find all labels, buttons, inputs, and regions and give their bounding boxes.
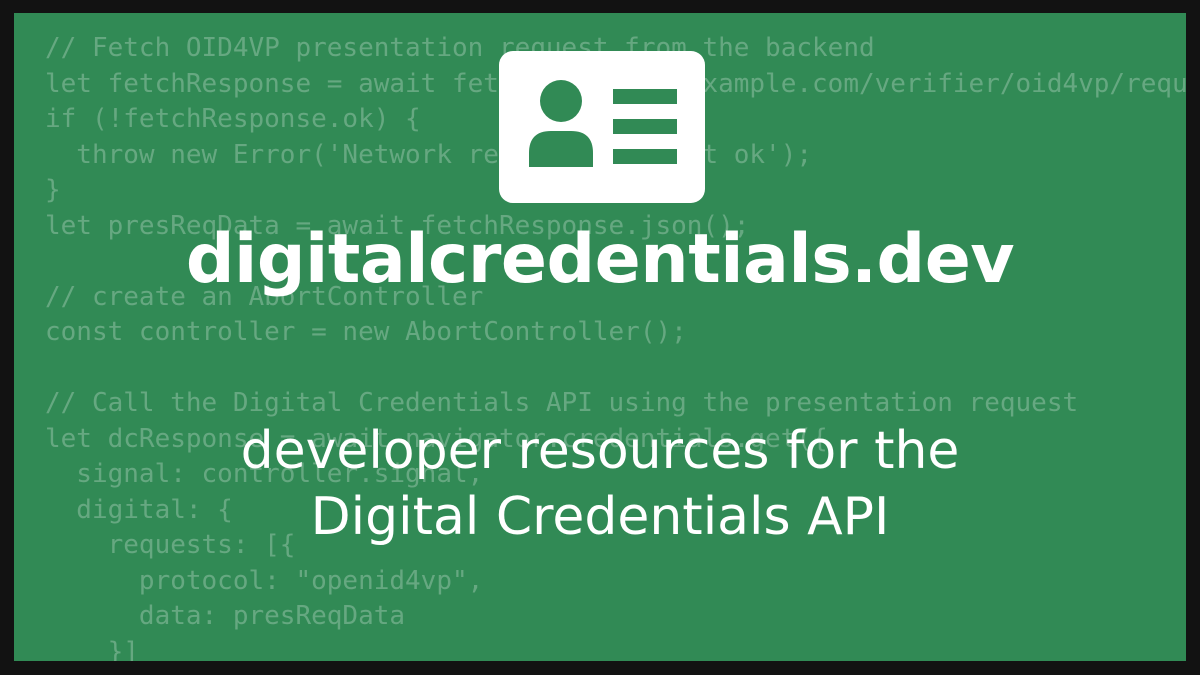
tagline-line-2: Digital Credentials API — [310, 487, 890, 547]
code-line: data: presReqData — [45, 601, 406, 631]
tagline: developer resources for the Digital Cred… — [14, 418, 1186, 550]
code-line: // Call the Digital Credentials API usin… — [45, 388, 1079, 418]
tagline-line-1: developer resources for the — [240, 421, 960, 481]
code-line: }] — [45, 636, 139, 662]
id-card-icon — [499, 51, 705, 203]
banner: // Fetch OID4VP presentation request fro… — [14, 13, 1186, 661]
code-line: const controller = new AbortController()… — [45, 317, 687, 347]
code-line: protocol: "openid4vp", — [45, 565, 484, 596]
site-title: digitalcredentials.dev — [185, 220, 1015, 299]
